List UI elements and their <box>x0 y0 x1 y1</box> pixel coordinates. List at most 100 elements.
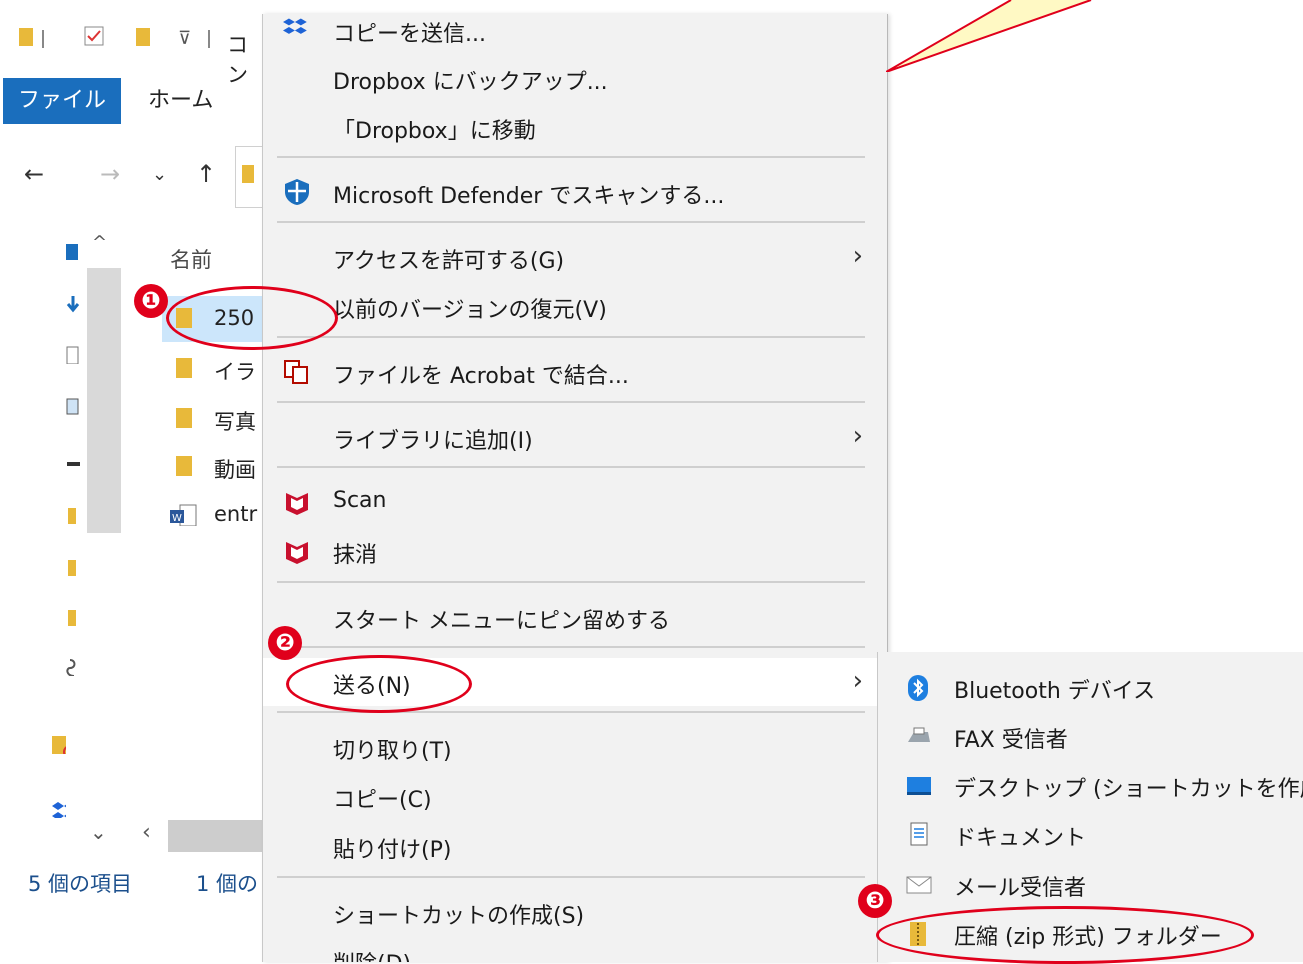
music-nav-icon[interactable] <box>66 456 80 474</box>
horizontal-scrollbar[interactable]: ‹ <box>122 820 262 852</box>
highlight-ring-step2 <box>286 655 472 713</box>
highlight-ring-step3 <box>876 906 1254 964</box>
menu-item-label: Dropbox にバックアップ... <box>333 70 608 95</box>
folder-nav-icon[interactable] <box>66 608 80 626</box>
menu-separator <box>277 646 865 648</box>
documents-nav-icon[interactable] <box>66 346 80 364</box>
menu-separator <box>277 401 865 403</box>
menu-item-delete[interactable]: 削除(D) <box>263 936 887 962</box>
desktop-icon <box>907 777 931 795</box>
folder-icon <box>242 165 254 183</box>
new-folder-icon[interactable] <box>135 26 151 48</box>
divider-icon <box>42 30 44 48</box>
menu-item-create-shortcut[interactable]: ショートカットの作成(S) <box>263 888 887 936</box>
status-item-count: 5 個の項目 <box>28 872 133 896</box>
quick-access-toolbar: ⊽ コン <box>0 14 262 87</box>
menu-item-label: ライブラリに追加(I) <box>333 429 533 454</box>
submenu-item-desktop[interactable]: デスクトップ (ショートカットを作成) <box>878 761 1303 809</box>
svg-text:W: W <box>172 513 182 524</box>
menu-separator <box>277 876 865 878</box>
dropbox-nav-icon[interactable] <box>52 800 66 818</box>
menu-item-label: Microsoft Defender でスキャンする... <box>333 184 725 209</box>
download-nav-icon[interactable] <box>66 296 80 314</box>
creative-cloud-folder-icon[interactable] <box>52 736 66 754</box>
file-row[interactable]: W entr <box>162 492 262 538</box>
file-name: イラ <box>214 360 256 384</box>
divider-icon <box>208 30 210 48</box>
pictures-nav-icon[interactable] <box>66 398 80 416</box>
menu-item-label: コピー(C) <box>333 788 432 813</box>
menu-separator <box>277 466 865 468</box>
chevron-right-icon: › <box>852 241 863 271</box>
mail-icon <box>906 876 932 894</box>
file-row[interactable]: 動画 <box>162 444 262 490</box>
customize-dropdown-icon[interactable]: ⊽ <box>178 28 191 49</box>
menu-item-label: 貼り付け(P) <box>333 838 452 863</box>
up-arrow-icon[interactable]: ↑ <box>196 160 216 188</box>
dropbox-icon <box>283 18 307 34</box>
column-header-name[interactable]: 名前 <box>170 244 212 274</box>
forward-arrow-icon[interactable]: → <box>100 160 120 188</box>
menu-item-label: ファイルを Acrobat で結合... <box>333 364 629 389</box>
file-name: 写真 <box>214 410 256 434</box>
submenu-item-label: メール受信者 <box>954 876 1087 901</box>
submenu-item-documents[interactable]: ドキュメント <box>878 810 1303 858</box>
folder-nav-icon[interactable] <box>66 506 80 524</box>
back-arrow-icon[interactable]: ← <box>24 160 44 188</box>
menu-item-send-copy[interactable]: コピーを送信... <box>263 6 887 54</box>
menu-item-cut[interactable]: 切り取り(T) <box>263 723 887 771</box>
menu-separator <box>277 336 865 338</box>
menu-item-label: 抹消 <box>333 543 378 568</box>
menu-item-copy[interactable]: コピー(C) <box>263 772 887 820</box>
menu-item-label: コピーを送信... <box>333 22 486 47</box>
desktop-nav-icon[interactable] <box>66 244 80 262</box>
menu-item-restore-versions[interactable]: 以前のバージョンの復元(V) <box>263 282 887 330</box>
submenu-item-mail[interactable]: メール受信者 <box>878 860 1303 908</box>
submenu-item-bluetooth[interactable]: Bluetooth デバイス <box>878 663 1303 711</box>
address-bar[interactable] <box>235 146 263 208</box>
menu-item-acrobat-combine[interactable]: ファイルを Acrobat で結合... <box>263 348 887 396</box>
folder-icon <box>176 456 192 476</box>
menu-item-defender-scan[interactable]: Microsoft Defender でスキャンする... <box>263 168 887 216</box>
menu-item-add-to-library[interactable]: ライブラリに追加(I) › <box>263 413 887 461</box>
menu-item-label: 以前のバージョンの復元(V) <box>333 298 607 323</box>
menu-separator <box>277 221 865 223</box>
file-name: entr <box>214 502 258 526</box>
menu-item-dropbox-backup[interactable]: Dropbox にバックアップ... <box>263 54 887 102</box>
file-row[interactable]: イラ <box>162 346 262 392</box>
menu-item-paste[interactable]: 貼り付け(P) <box>263 822 887 870</box>
file-name: 動画 <box>214 458 256 482</box>
menu-item-pin-to-start[interactable]: スタート メニューにピン留めする <box>263 593 887 641</box>
menu-item-mcafee-shred[interactable]: 抹消 <box>263 527 887 575</box>
document-icon <box>910 822 928 846</box>
folder-icon[interactable] <box>18 26 34 48</box>
folder-nav-icon[interactable] <box>66 558 80 576</box>
menu-item-mcafee-scan[interactable]: Scan <box>263 478 887 526</box>
scroll-down-icon[interactable]: ⌄ <box>90 820 107 844</box>
tab-home[interactable]: ホーム <box>148 78 213 124</box>
menu-separator <box>277 156 865 158</box>
folder-icon <box>176 358 192 378</box>
submenu-item-label: Bluetooth デバイス <box>954 679 1156 704</box>
scroll-left-icon[interactable]: ‹ <box>142 820 151 845</box>
word-document-icon: W <box>170 504 197 526</box>
menu-item-label: 切り取り(T) <box>333 739 452 764</box>
tab-file[interactable]: ファイル <box>3 78 121 124</box>
properties-check-icon[interactable] <box>84 26 106 48</box>
step-badge: ❶ <box>134 284 168 318</box>
nav-pane-scrollbar[interactable] <box>87 268 121 533</box>
scroll-up-icon[interactable]: ^ <box>92 232 107 253</box>
menu-item-give-access[interactable]: アクセスを許可する(G) › <box>263 233 887 281</box>
submenu-item-fax[interactable]: FAX 受信者 <box>878 712 1303 760</box>
menu-item-label: 削除(D) <box>333 946 411 962</box>
defender-shield-icon <box>285 179 309 205</box>
scroll-thumb[interactable] <box>168 820 262 852</box>
onedrive-nav-icon[interactable] <box>66 658 80 676</box>
recent-chevron-icon[interactable]: ⌄ <box>152 164 167 185</box>
file-row[interactable]: 写真 <box>162 396 262 442</box>
mcafee-icon <box>286 493 308 515</box>
folder-icon <box>176 408 192 428</box>
navigation-bar: ← → ⌄ ↑ <box>20 160 260 200</box>
menu-item-move-to-dropbox[interactable]: 「Dropbox」に移動 <box>263 103 887 151</box>
callout-bubble <box>886 0 1303 72</box>
